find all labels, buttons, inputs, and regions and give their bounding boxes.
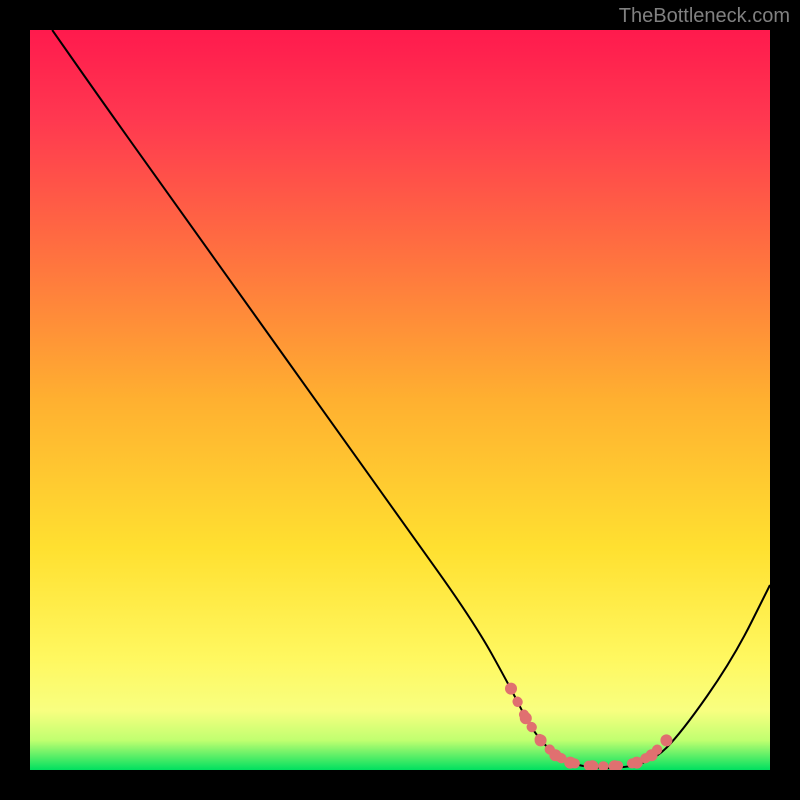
plot-area: [30, 30, 770, 770]
bottleneck-curve: [30, 30, 770, 770]
attribution-text: TheBottleneck.com: [619, 5, 790, 28]
curve-path: [52, 30, 770, 768]
optimal-region-highlight: [505, 683, 672, 770]
